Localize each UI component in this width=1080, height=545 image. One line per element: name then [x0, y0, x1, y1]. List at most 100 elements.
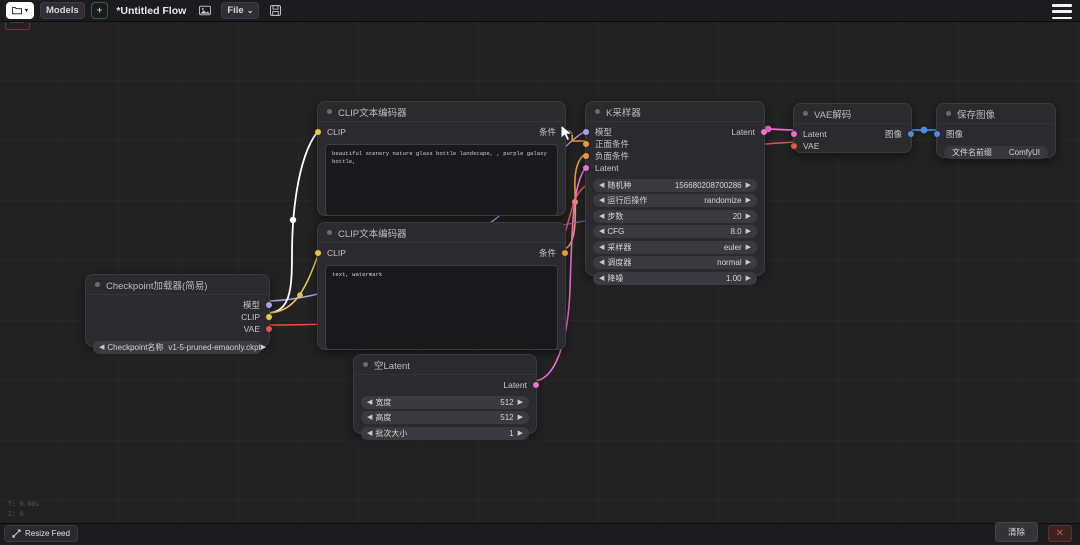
decrement-arrow-icon[interactable]: ◀ [599, 275, 604, 282]
increment-arrow-icon[interactable]: ▶ [518, 399, 523, 406]
output-slot-model[interactable] [266, 302, 272, 308]
increment-arrow-icon[interactable]: ▶ [518, 430, 523, 437]
node-clip-text-encode-positive[interactable]: CLIP文本编码器 CLIP 条件 beautiful scenery natu… [315, 101, 568, 216]
output-slot-latent[interactable] [533, 382, 539, 388]
widget-cfg[interactable]: ◀ CFG 8.0 ▶ [593, 225, 757, 238]
widget-value[interactable]: 512 [500, 398, 513, 407]
file-menu-button[interactable]: File ⌄ [221, 2, 260, 19]
output-slot-latent[interactable] [761, 129, 767, 135]
decrement-arrow-icon[interactable]: ◀ [367, 414, 372, 421]
widget-value[interactable]: randomize [704, 196, 741, 205]
widget-value[interactable]: normal [717, 258, 741, 267]
folder-button[interactable]: ▾ [6, 2, 35, 19]
decrement-arrow-icon[interactable]: ◀ [599, 244, 604, 251]
node-title-bar[interactable]: CLIP文本编码器 [318, 223, 565, 243]
increment-arrow-icon[interactable]: ▶ [746, 228, 751, 235]
output-slot-image[interactable] [908, 131, 914, 137]
input-slot-negative[interactable] [583, 153, 589, 159]
node-clip-text-encode-negative[interactable]: CLIP文本编码器 CLIP 条件 text, watermark [315, 222, 568, 350]
widget-value[interactable]: 8.0 [730, 227, 741, 236]
port-row-latent[interactable]: Latent [583, 162, 764, 174]
widget-ckpt-name[interactable]: ◀ Checkpoint名称 v1-5-pruned-emaonly.ckpt … [93, 341, 266, 354]
widget-height[interactable]: ◀ 高度 512 ▶ [361, 411, 529, 424]
increment-arrow-icon[interactable]: ▶ [746, 182, 751, 189]
add-flow-button[interactable]: + [90, 2, 109, 19]
port-row-positive[interactable]: 正面条件 [583, 138, 764, 150]
widget-scheduler[interactable]: ◀ 调度器 normal ▶ [593, 256, 757, 269]
increment-arrow-icon[interactable]: ▶ [746, 275, 751, 282]
decrement-arrow-icon[interactable]: ◀ [99, 344, 104, 351]
collapse-dot-icon[interactable] [803, 111, 808, 116]
increment-arrow-icon[interactable]: ▶ [518, 414, 523, 421]
widget-value[interactable]: 512 [500, 413, 513, 422]
widget-steps[interactable]: ◀ 步数 20 ▶ [593, 209, 757, 223]
widget-seed[interactable]: ◀ 随机种 156680208700286 ▶ [593, 178, 757, 192]
node-vae-decode[interactable]: VAE解码 Latent 图像 VAE [791, 103, 914, 153]
increment-arrow-icon[interactable]: ▶ [746, 197, 751, 204]
decrement-arrow-icon[interactable]: ◀ [599, 213, 604, 220]
widget-width[interactable]: ◀ 宽度 512 ▶ [361, 395, 529, 409]
decrement-arrow-icon[interactable]: ◀ [599, 228, 604, 235]
port-row-negative[interactable]: 负面条件 [583, 150, 764, 162]
widget-value[interactable]: 20 [733, 212, 742, 221]
port-row-image[interactable]: 图像 [934, 128, 1055, 140]
increment-arrow-icon[interactable]: ▶ [746, 213, 751, 220]
increment-arrow-icon[interactable]: ▶ [261, 344, 266, 351]
widget-denoise[interactable]: ◀ 降噪 1.00 ▶ [593, 271, 757, 285]
node-ksampler[interactable]: K采样器 模型 Latent 正面条件 负面条件 Latent ◀ 随机种 15… [583, 101, 767, 285]
prompt-textarea-positive[interactable]: beautiful scenery nature glass bottle la… [325, 144, 558, 216]
collapse-dot-icon[interactable] [327, 109, 332, 114]
models-button[interactable]: Models [40, 2, 85, 19]
clear-button[interactable]: 清除 [994, 522, 1038, 542]
input-slot-latent[interactable] [791, 131, 797, 137]
port-row-clip[interactable]: CLIP [86, 311, 272, 323]
node-title-bar[interactable]: CLIP文本编码器 [318, 102, 565, 122]
hamburger-menu-icon[interactable] [1052, 4, 1072, 19]
node-title-bar[interactable]: VAE解码 [794, 104, 911, 124]
widget-value[interactable]: v1-5-pruned-emaonly.ckpt [168, 343, 260, 352]
port-row-model[interactable]: 模型 Latent [583, 126, 767, 138]
input-slot-clip[interactable] [315, 129, 321, 135]
input-slot-model[interactable] [583, 129, 589, 135]
widget-value[interactable]: 156680208700286 [675, 181, 742, 190]
widget-batch-size[interactable]: ◀ 批次大小 1 ▶ [361, 426, 529, 440]
port-row-latent[interactable]: Latent 图像 [791, 128, 914, 140]
collapse-dot-icon[interactable] [363, 362, 368, 367]
input-slot-positive[interactable] [583, 141, 589, 147]
output-slot-clip[interactable] [266, 314, 272, 320]
collapse-dot-icon[interactable] [95, 282, 100, 287]
node-title-bar[interactable]: 空Latent [354, 355, 536, 375]
image-preview-button[interactable] [194, 2, 215, 19]
prompt-textarea-negative[interactable]: text, watermark [325, 265, 558, 350]
increment-arrow-icon[interactable]: ▶ [746, 244, 751, 251]
widget-value[interactable]: 1.00 [726, 274, 742, 283]
decrement-arrow-icon[interactable]: ◀ [367, 430, 372, 437]
output-slot-vae[interactable] [266, 326, 272, 332]
widget-filename-prefix[interactable]: 文件名前缀 ComfyUI [944, 146, 1048, 159]
port-row-clip[interactable]: CLIP 条件 [315, 126, 568, 138]
widget-value[interactable]: ComfyUI [1009, 148, 1040, 157]
port-row-latent[interactable]: Latent [354, 379, 539, 391]
input-slot-latent[interactable] [583, 165, 589, 171]
port-row-vae[interactable]: VAE [86, 323, 272, 335]
resize-feed-button[interactable]: Resize Feed [4, 525, 78, 542]
port-row-clip[interactable]: CLIP 条件 [315, 247, 568, 259]
collapse-dot-icon[interactable] [946, 111, 951, 116]
port-row-vae[interactable]: VAE [791, 140, 911, 152]
node-save-image[interactable]: 保存图像 图像 文件名前缀 ComfyUI [934, 103, 1056, 159]
decrement-arrow-icon[interactable]: ◀ [599, 259, 604, 266]
widget-sampler-name[interactable]: ◀ 采样器 euler ▶ [593, 240, 757, 254]
decrement-arrow-icon[interactable]: ◀ [367, 399, 372, 406]
input-slot-image[interactable] [934, 131, 940, 137]
node-title-bar[interactable]: K采样器 [586, 102, 764, 122]
node-empty-latent-image[interactable]: 空Latent Latent ◀ 宽度 512 ▶ ◀ 高度 512 ▶ ◀ 批… [353, 354, 539, 440]
collapse-dot-icon[interactable] [595, 109, 600, 114]
increment-arrow-icon[interactable]: ▶ [746, 259, 751, 266]
widget-value[interactable]: 1 [509, 429, 513, 438]
output-slot-conditioning[interactable] [562, 250, 568, 256]
node-checkpoint-loader[interactable]: Checkpoint加载器(简易) 模型 CLIP VAE ◀ Checkpoi… [85, 274, 272, 354]
decrement-arrow-icon[interactable]: ◀ [599, 182, 604, 189]
port-row-model[interactable]: 模型 [86, 299, 272, 311]
widget-value[interactable]: euler [724, 243, 742, 252]
decrement-arrow-icon[interactable]: ◀ [599, 197, 604, 204]
